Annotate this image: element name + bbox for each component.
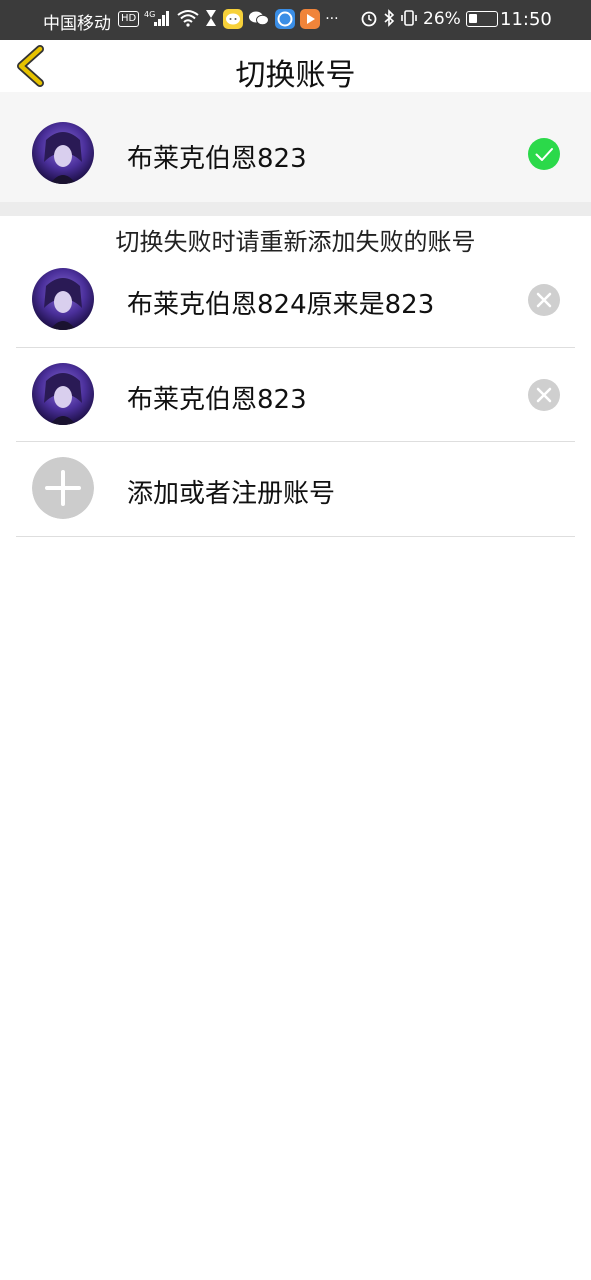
- carrier-label: 中国移动: [43, 14, 111, 34]
- hourglass-icon: [204, 9, 218, 29]
- video-app-icon: [300, 9, 321, 29]
- more-icon: ···: [325, 11, 339, 27]
- row-divider: [16, 536, 575, 537]
- status-bar: 中国移动 HD 4G ··· 26% 11:50: [0, 0, 591, 40]
- wechat-icon: [248, 9, 270, 29]
- remove-circle-icon: [528, 284, 560, 316]
- section-divider: [0, 202, 591, 216]
- wifi-icon: [177, 9, 199, 29]
- status-left-icons: HD 4G ···: [118, 9, 339, 29]
- avatar: [32, 268, 94, 330]
- add-account-label: 添加或者注册账号: [127, 479, 336, 509]
- account-row[interactable]: 布莱克伯恩824原来是823: [0, 238, 591, 332]
- signal-icon: 4G: [144, 9, 172, 29]
- app-chat-icon: [223, 9, 244, 29]
- status-right-icons: 26%: [360, 9, 498, 29]
- avatar: [32, 363, 94, 425]
- add-account-row[interactable]: 添加或者注册账号: [0, 427, 591, 521]
- title-bar: 切换账号: [0, 40, 591, 93]
- current-account-name: 布莱克伯恩823: [127, 144, 307, 174]
- account-name: 布莱克伯恩823: [127, 385, 307, 415]
- clock: 11:50: [500, 9, 552, 30]
- page-title: 切换账号: [235, 58, 356, 93]
- current-account-row[interactable]: 布莱克伯恩823: [0, 92, 591, 186]
- battery-icon: [465, 11, 498, 27]
- current-account-section: 布莱克伯恩823: [0, 92, 591, 216]
- browser-icon: [275, 9, 296, 29]
- network-type-label: 4G: [144, 10, 155, 19]
- remove-account-button[interactable]: [528, 379, 560, 411]
- avatar: [32, 122, 94, 184]
- alarm-icon: [360, 9, 378, 29]
- bluetooth-icon: [383, 9, 395, 29]
- account-name: 布莱克伯恩824原来是823: [127, 290, 435, 320]
- remove-circle-icon: [528, 379, 560, 411]
- vibrate-icon: [400, 9, 418, 29]
- battery-percent: 26%: [423, 9, 461, 29]
- hd-icon: HD: [118, 11, 140, 27]
- remove-account-button[interactable]: [528, 284, 560, 316]
- account-row[interactable]: 布莱克伯恩823: [0, 333, 591, 427]
- check-circle-icon: [528, 138, 560, 170]
- plus-circle-icon: [32, 457, 94, 519]
